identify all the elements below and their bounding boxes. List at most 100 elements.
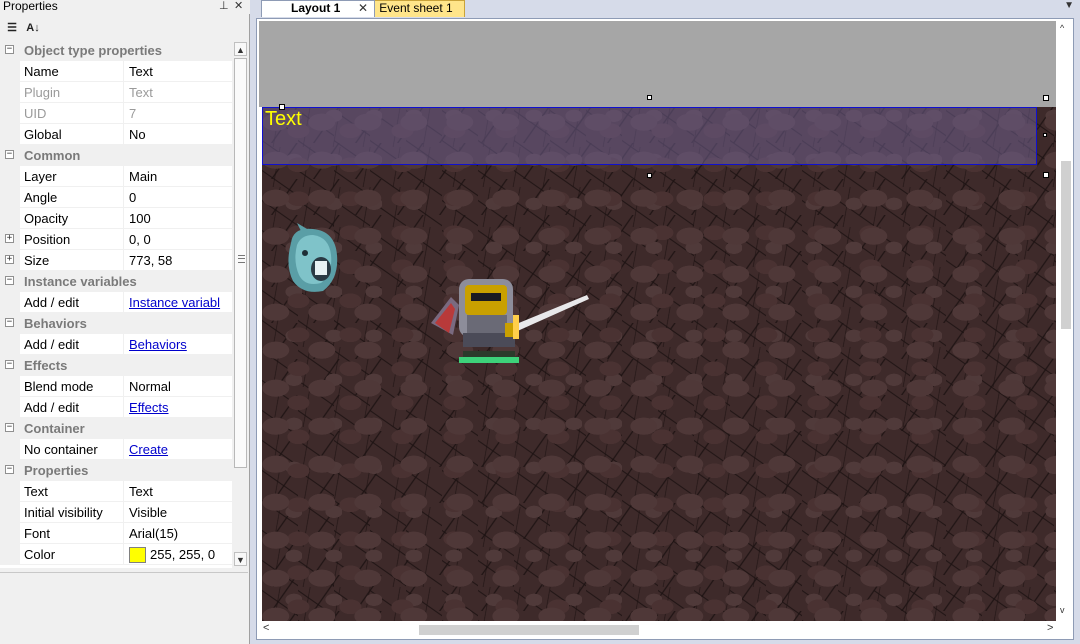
property-row[interactable]: Add / edit Effects (0, 397, 232, 418)
property-category[interactable]: − Instance variables (0, 271, 232, 292)
collapse-icon[interactable]: − (5, 360, 14, 369)
collapse-icon[interactable]: − (5, 150, 14, 159)
category-label: Object type properties (24, 43, 162, 58)
property-row[interactable]: Add / edit Instance variabl (0, 292, 232, 313)
property-row[interactable]: UID 7 (0, 103, 232, 124)
row-gutter (0, 544, 20, 565)
property-value[interactable]: Visible (125, 502, 232, 523)
tab-layout-1[interactable]: Layout 1 ✕ (261, 0, 375, 17)
knight-sprite[interactable] (429, 275, 589, 371)
tab-event-sheet-1[interactable]: Event sheet 1 (367, 0, 465, 17)
collapse-icon[interactable]: − (5, 276, 14, 285)
property-value[interactable]: Main (125, 166, 232, 187)
property-value[interactable]: Normal (125, 376, 232, 397)
property-row[interactable]: + Position 0, 0 (0, 229, 232, 250)
scroll-right-icon[interactable]: > (1047, 622, 1053, 634)
row-gutter (0, 61, 20, 82)
expand-icon[interactable]: + (5, 255, 14, 264)
property-link[interactable]: Instance variabl (125, 292, 232, 313)
property-value[interactable]: 773, 58 (125, 250, 232, 271)
property-value[interactable]: 0 (125, 187, 232, 208)
text-object-label: Text (265, 108, 302, 130)
text-object[interactable]: Text (262, 107, 1037, 165)
property-value[interactable]: Text (125, 481, 232, 502)
property-row[interactable]: Text Text (0, 481, 232, 502)
sort-az-icon[interactable]: A↓ (24, 19, 42, 37)
scroll-left-icon[interactable]: < (263, 622, 269, 634)
color-swatch[interactable] (129, 546, 146, 563)
resize-handle-top-right[interactable] (1043, 95, 1049, 101)
scroll-down-icon[interactable]: v (1060, 605, 1065, 615)
property-value[interactable]: 7 (125, 103, 232, 124)
tab-list-dropdown-icon[interactable]: ▼ (1064, 0, 1074, 11)
scroll-down-icon[interactable]: ▼ (234, 552, 247, 566)
property-row[interactable]: Font Arial(15) (0, 523, 232, 544)
resize-handle-right[interactable] (1043, 133, 1047, 137)
expand-icon[interactable]: + (5, 234, 14, 243)
layout-margin-area (259, 21, 1056, 107)
layout-canvas[interactable]: Text (259, 21, 1056, 621)
property-link-text[interactable]: Instance variabl (129, 295, 220, 310)
property-link[interactable]: Effects (125, 397, 232, 418)
property-value[interactable]: Text (125, 61, 232, 82)
property-name: Opacity (20, 208, 124, 229)
layout-vertical-scrollbar[interactable]: ^ v (1057, 21, 1073, 621)
tiled-background-rock[interactable] (262, 107, 1056, 621)
scroll-thumb[interactable] (234, 58, 247, 468)
tab-layout-1-label: Layout 1 (291, 1, 341, 15)
vertical-scroll-thumb[interactable] (1061, 161, 1071, 329)
scroll-up-icon[interactable]: ^ (1060, 23, 1064, 33)
property-category[interactable]: − Object type properties (0, 40, 232, 61)
property-row[interactable]: Angle 0 (0, 187, 232, 208)
resize-handle-top[interactable] (647, 95, 652, 100)
property-row[interactable]: Initial visibility Visible (0, 502, 232, 523)
property-value-text: 0, 0 (129, 232, 151, 247)
collapse-icon[interactable]: − (5, 318, 14, 327)
resize-handle-bottom[interactable] (647, 173, 652, 178)
close-icon[interactable]: ✕ (234, 0, 243, 12)
property-value[interactable]: 255, 255, 0 (125, 544, 232, 565)
collapse-icon[interactable]: − (5, 45, 14, 54)
property-row[interactable]: Global No (0, 124, 232, 145)
ghost-sprite[interactable] (283, 221, 345, 297)
collapse-icon[interactable]: − (5, 423, 14, 432)
property-row[interactable]: Plugin Text (0, 82, 232, 103)
properties-scrollbar[interactable]: ▲ ▼ (232, 40, 249, 568)
pin-icon[interactable]: ⊥ (219, 0, 229, 12)
property-row[interactable]: Layer Main (0, 166, 232, 187)
property-link[interactable]: Create (125, 439, 232, 460)
close-tab-icon[interactable]: ✕ (358, 1, 368, 16)
property-value[interactable]: 100 (125, 208, 232, 229)
property-link-text[interactable]: Effects (129, 400, 169, 415)
property-row[interactable]: Add / edit Behaviors (0, 334, 232, 355)
property-category[interactable]: − Properties (0, 460, 232, 481)
property-category[interactable]: − Effects (0, 355, 232, 376)
layout-horizontal-scrollbar[interactable]: < > (259, 621, 1057, 637)
property-value[interactable]: 0, 0 (125, 229, 232, 250)
property-category[interactable]: − Behaviors (0, 313, 232, 334)
scroll-up-icon[interactable]: ▲ (234, 42, 247, 56)
row-gutter (0, 334, 20, 355)
property-row[interactable]: No container Create (0, 439, 232, 460)
property-row[interactable]: Blend mode Normal (0, 376, 232, 397)
property-value[interactable]: Arial(15) (125, 523, 232, 544)
resize-handle-top-left[interactable] (279, 104, 285, 110)
property-link-text[interactable]: Create (129, 442, 168, 457)
collapse-icon[interactable]: − (5, 465, 14, 474)
property-category[interactable]: − Container (0, 418, 232, 439)
property-name: Angle (20, 187, 124, 208)
property-row[interactable]: Opacity 100 (0, 208, 232, 229)
document-tab-strip: Event sheet 1 Layout 1 ✕ ▼ (251, 0, 1080, 17)
property-value[interactable]: No (125, 124, 232, 145)
property-link-text[interactable]: Behaviors (129, 337, 187, 352)
property-row[interactable]: + Size 773, 58 (0, 250, 232, 271)
property-row[interactable]: Color 255, 255, 0 (0, 544, 232, 565)
resize-handle-bottom-right[interactable] (1043, 172, 1049, 178)
property-category[interactable]: − Common (0, 145, 232, 166)
categorized-icon[interactable]: ☰ (3, 19, 21, 37)
row-gutter (0, 397, 20, 418)
property-row[interactable]: Name Text (0, 61, 232, 82)
horizontal-scroll-thumb[interactable] (419, 625, 639, 635)
property-value[interactable]: Text (125, 82, 232, 103)
property-link[interactable]: Behaviors (125, 334, 232, 355)
